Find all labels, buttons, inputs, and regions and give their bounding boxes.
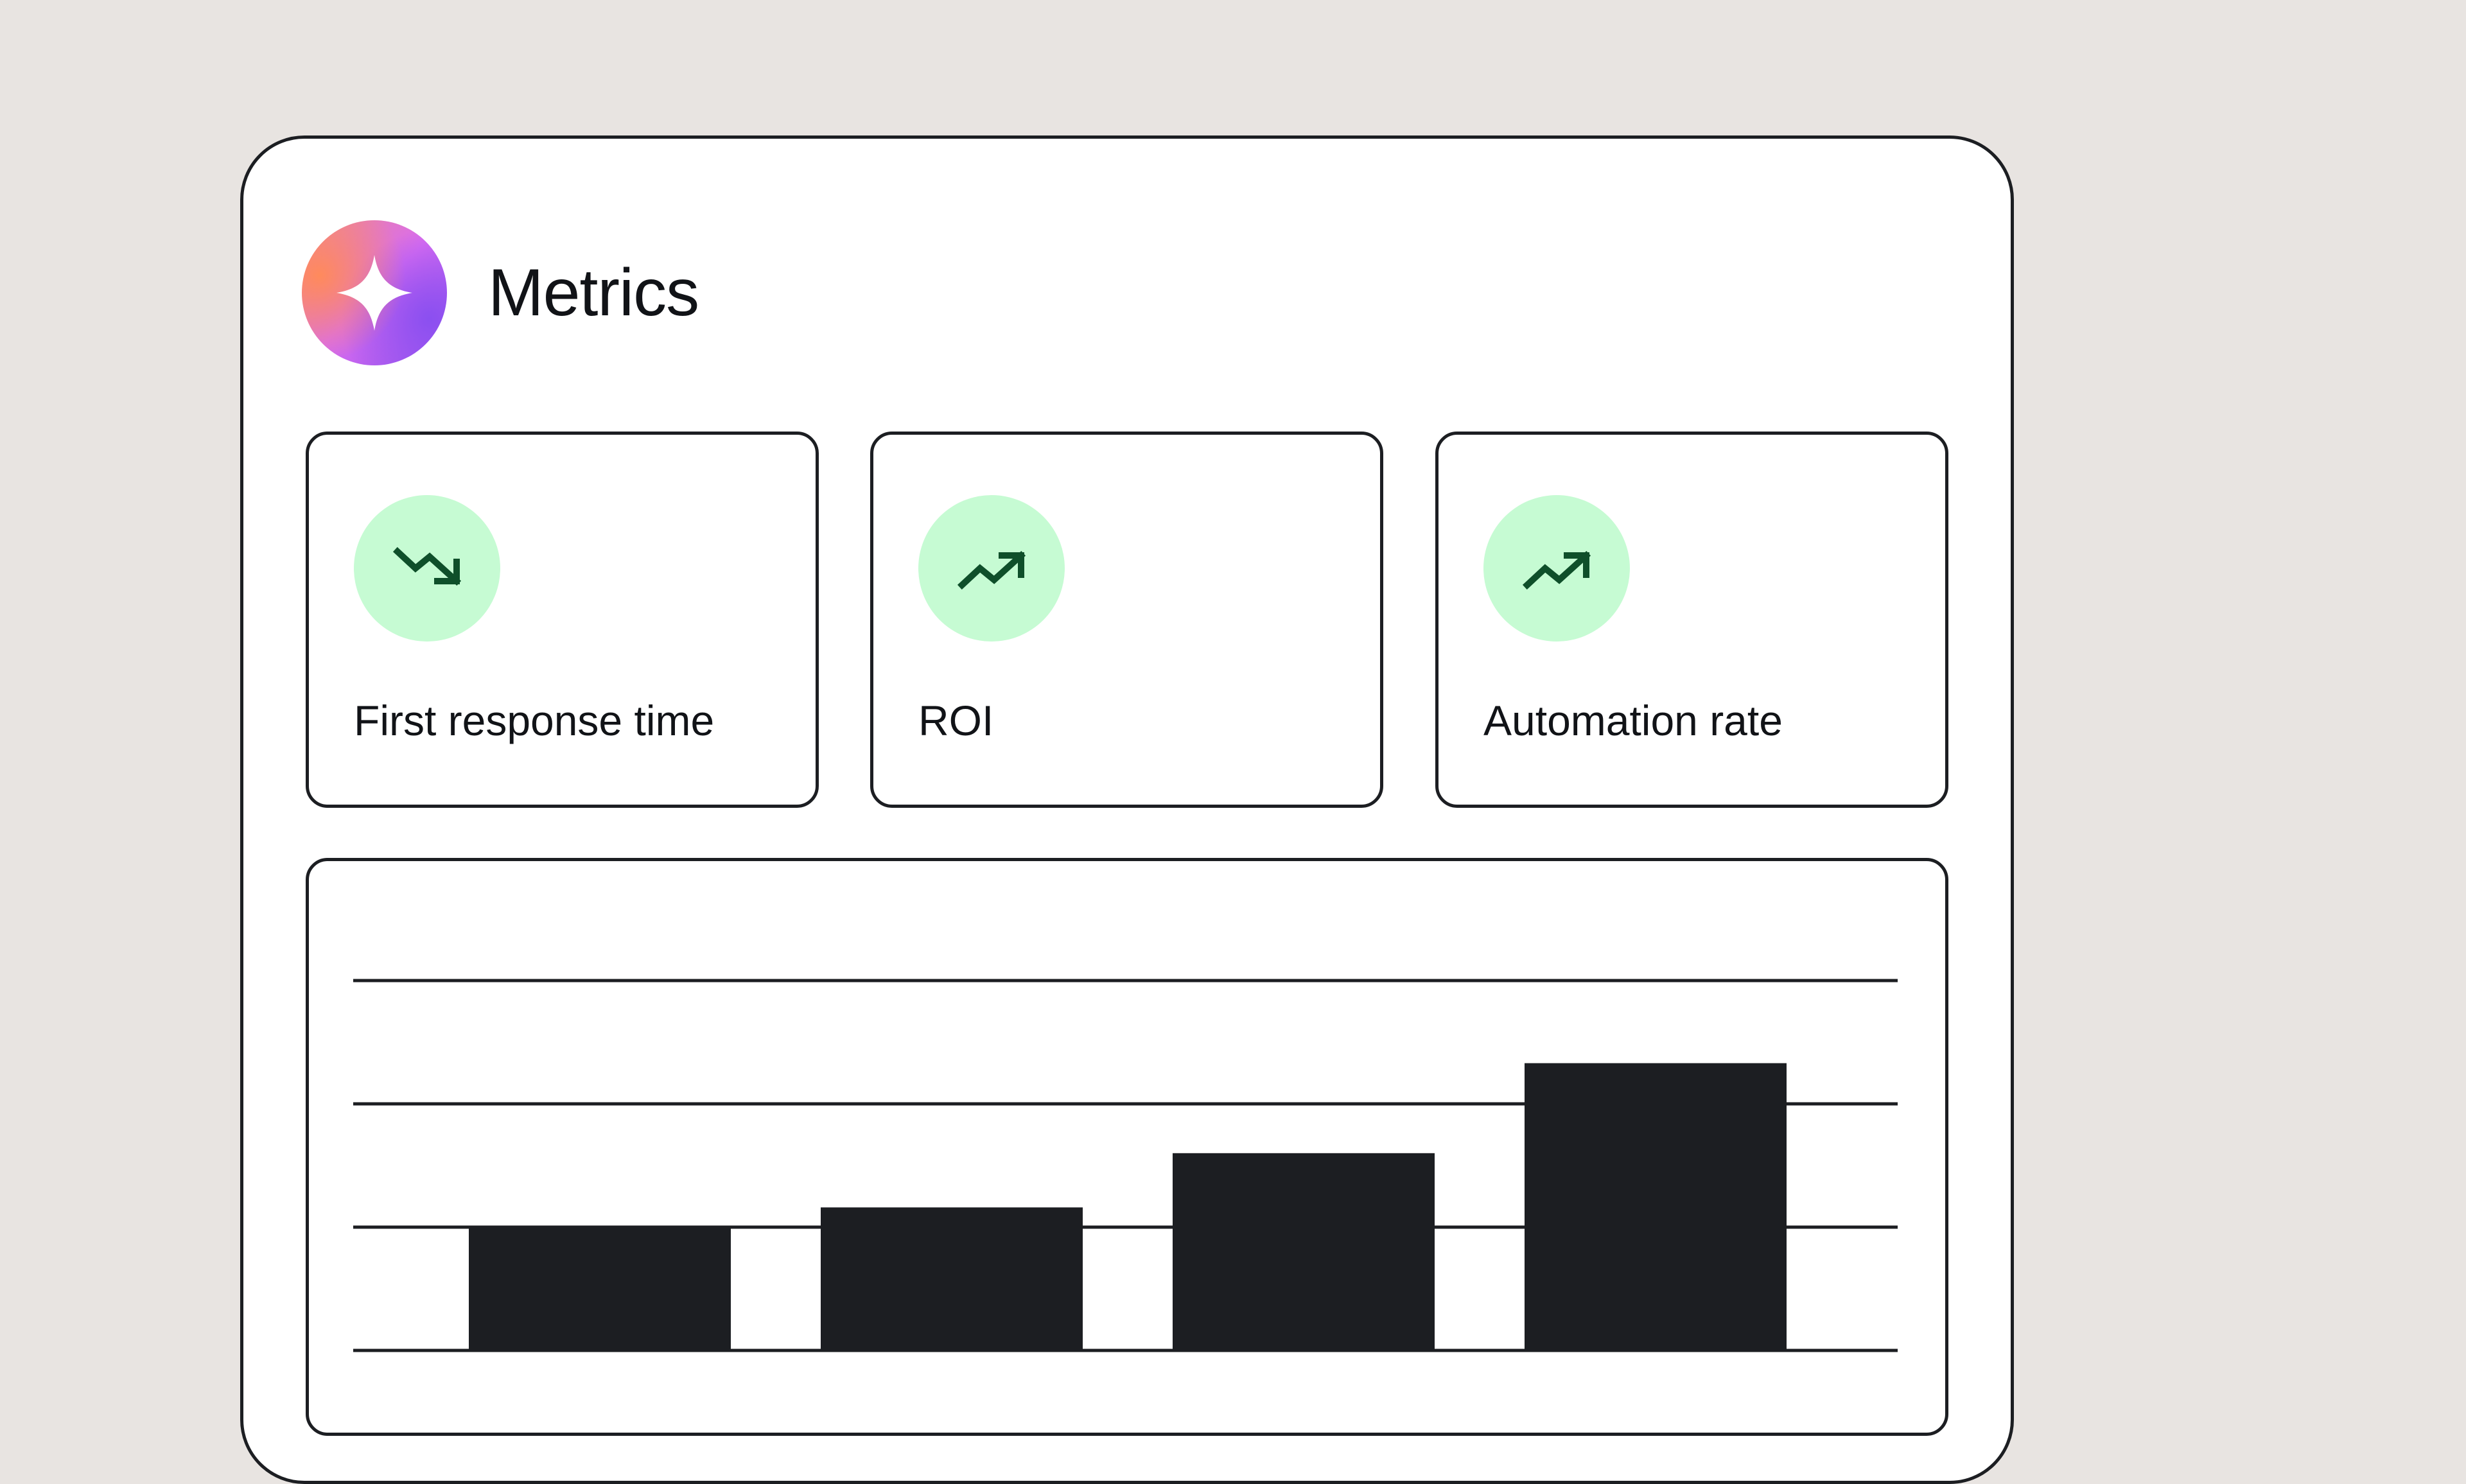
metric-label: First response time [354,697,715,744]
metric-card-first-response-time[interactable]: First response time [306,432,819,808]
metric-card-roi[interactable]: ROI [870,432,1383,808]
metric-label: Automation rate [1483,697,1783,744]
chart-bar [1525,1063,1787,1350]
trending-up-icon [957,550,1026,590]
trend-badge [354,495,500,642]
metric-label: ROI [918,697,994,744]
sparkle-icon [337,255,412,331]
chart-bar [1173,1153,1435,1350]
trending-up-icon [1522,550,1591,590]
chart-bar [469,1227,731,1350]
metric-card-automation-rate[interactable]: Automation rate [1435,432,1948,808]
page-title: Metrics [488,256,699,330]
bar-chart-card [306,858,1948,1436]
trend-badge [1483,495,1630,642]
trending-down-icon [392,546,462,586]
trend-badge [918,495,1065,642]
app-logo [302,220,447,365]
bar-chart [353,979,1898,1352]
chart-bar [821,1207,1083,1350]
